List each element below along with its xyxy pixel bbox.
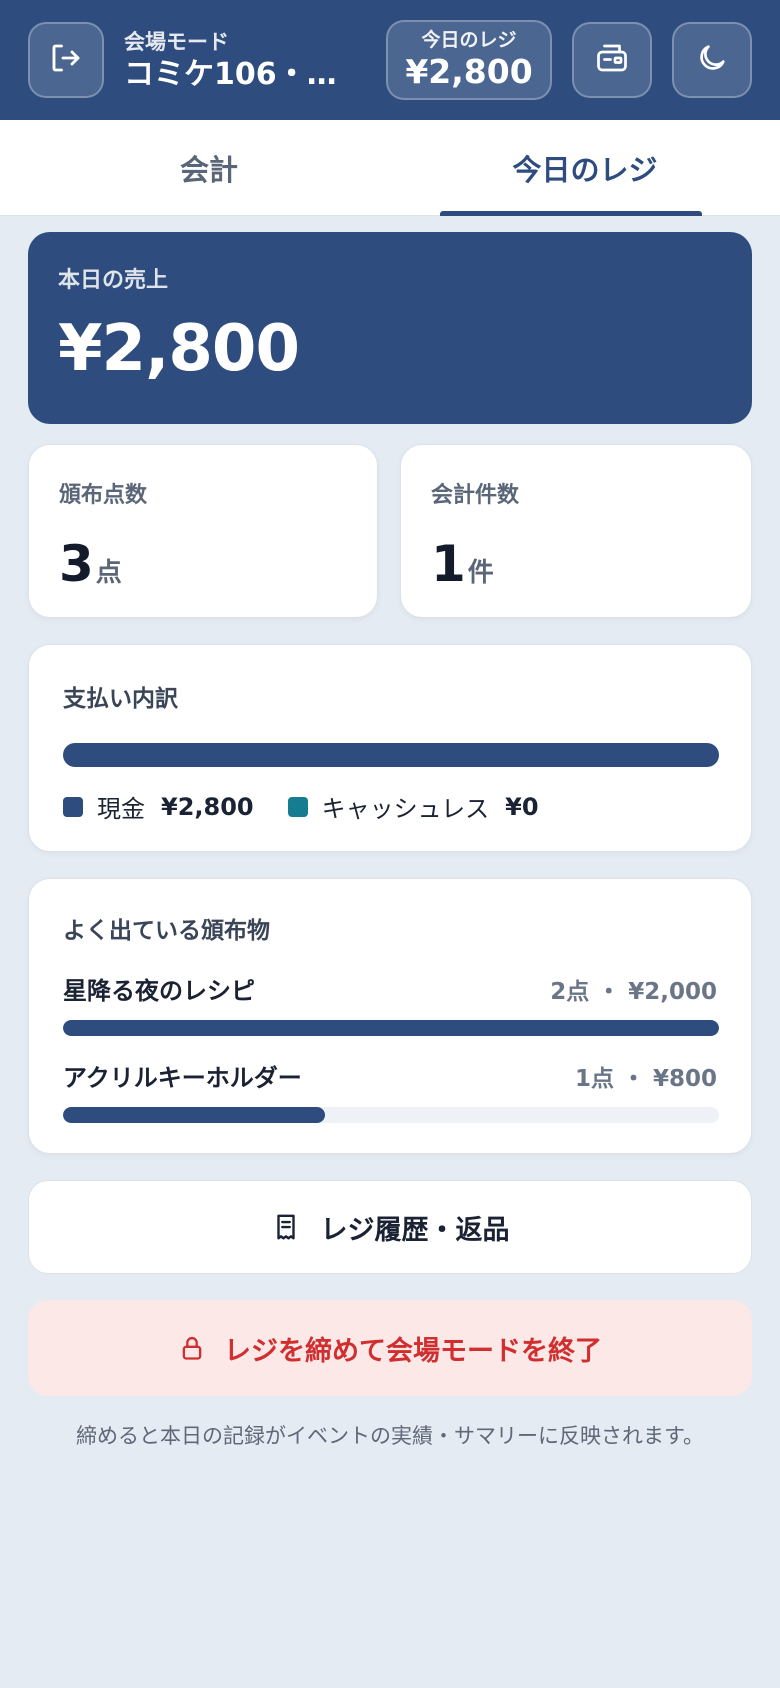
register-history-button[interactable]: レジ履歴・返品	[28, 1180, 752, 1274]
top-item-bar	[63, 1107, 719, 1123]
items-count-unit: 点	[95, 558, 122, 588]
sales-label: 本日の売上	[58, 268, 169, 293]
today-register-button[interactable]: 今日のレジ ¥2,800	[386, 20, 552, 100]
close-register-button[interactable]: レジを締めて会場モードを終了	[28, 1300, 752, 1396]
logout-icon	[48, 40, 84, 80]
tab-today-register[interactable]: 今日のレジ	[390, 120, 780, 216]
exit-venue-button[interactable]	[28, 22, 104, 98]
register-history-label: レジ履歴・返品	[320, 1214, 510, 1246]
close-register-note: 締めると本日の記録がイベントの実績・サマリーに反映されます。	[76, 1424, 704, 1448]
items-count-card: 頒布点数 3 点	[28, 444, 378, 618]
top-item-row: アクリルキーホルダー 1点 ・ ¥800	[63, 1058, 717, 1093]
orders-count-card: 会計件数 1 件	[400, 444, 752, 618]
cashless-value: ¥0	[505, 792, 539, 821]
payment-breakdown-title: 支払い内訳	[63, 686, 178, 712]
items-count-label: 頒布点数	[59, 483, 148, 508]
register-device-button[interactable]	[572, 22, 652, 98]
top-item-bar-fill	[63, 1020, 719, 1036]
cash-swatch	[63, 796, 83, 817]
top-item-stats: 1点 ・ ¥800	[574, 1065, 717, 1092]
legend-cash: 現金 ¥2,800	[63, 789, 254, 824]
top-item-bar	[63, 1020, 719, 1036]
cash-value: ¥2,800	[161, 792, 254, 821]
cash-register-icon	[594, 40, 630, 80]
venue-name: コミケ106・東…	[124, 57, 344, 92]
close-register-label: レジを締めて会場モードを終了	[224, 1335, 602, 1367]
payment-breakdown-card: 支払い内訳 現金 ¥2,800 キャッシュレス ¥0	[28, 644, 752, 852]
orders-count-value: 1	[431, 535, 466, 593]
venue-info: 会場モード コミケ106・東…	[124, 28, 344, 94]
sales-amount: ¥2,800	[58, 312, 300, 386]
today-register-amount: ¥2,800	[405, 52, 533, 91]
items-count-value: 3	[59, 535, 94, 593]
tab-bar: 会計 今日のレジ	[0, 120, 780, 216]
top-item-stats: 2点 ・ ¥2,000	[550, 978, 717, 1005]
top-item-name: 星降る夜のレシピ	[63, 977, 255, 1005]
today-register-label: 今日のレジ	[421, 29, 517, 51]
top-item-name: アクリルキーホルダー	[63, 1064, 302, 1092]
cashless-swatch	[287, 796, 308, 817]
venue-mode-label: 会場モード	[124, 30, 229, 54]
today-sales-card: 本日の売上 ¥2,800	[28, 232, 752, 424]
top-items-title: よく出ている頒布物	[63, 918, 270, 944]
theme-toggle-button[interactable]	[672, 22, 752, 98]
orders-count-unit: 件	[467, 558, 494, 588]
lock-icon	[178, 1333, 206, 1363]
top-item-row: 星降る夜のレシピ 2点 ・ ¥2,000	[63, 971, 717, 1006]
receipt-icon	[271, 1212, 301, 1242]
orders-count-label: 会計件数	[431, 483, 520, 508]
cash-label: 現金	[97, 795, 145, 823]
payment-breakdown-bar	[63, 743, 719, 767]
active-tab-indicator	[440, 211, 702, 216]
payment-legend: 現金 ¥2,800 キャッシュレス ¥0	[63, 789, 717, 824]
tab-checkout[interactable]: 会計	[18, 120, 400, 216]
legend-cashless: キャッシュレス ¥0	[287, 789, 539, 824]
top-items-card: よく出ている頒布物 星降る夜のレシピ 2点 ・ ¥2,000 アクリルキーホルダ…	[28, 878, 752, 1154]
top-item-bar-fill	[63, 1107, 326, 1123]
cashless-label: キャッシュレス	[321, 795, 490, 823]
moon-icon	[695, 41, 729, 79]
app-header: 会場モード コミケ106・東… 今日のレジ ¥2,800	[0, 0, 780, 120]
